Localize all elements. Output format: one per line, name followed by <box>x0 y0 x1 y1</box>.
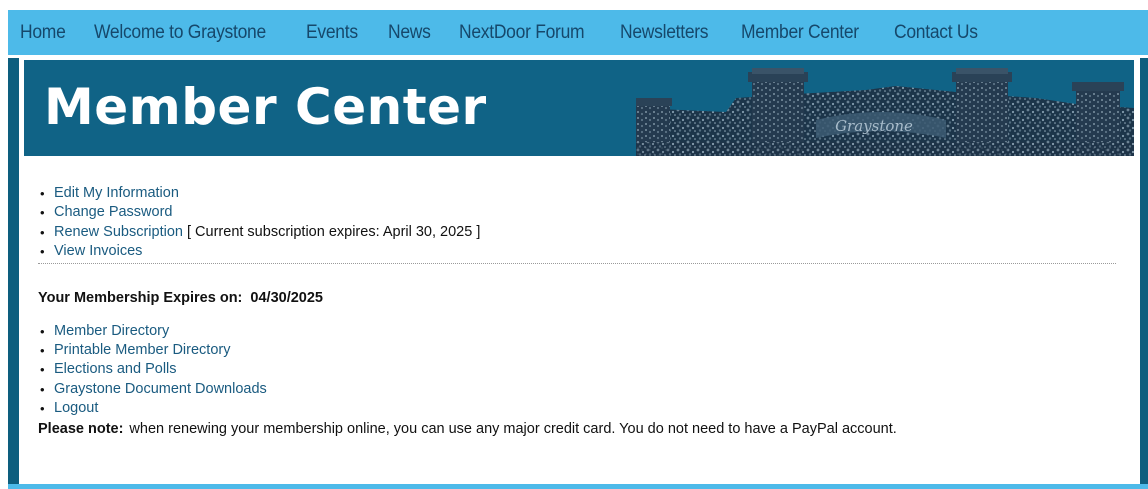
list-item: View Invoices <box>38 242 1118 262</box>
list-item: Elections and Polls <box>38 360 1118 380</box>
nav-events[interactable]: Events <box>306 22 358 44</box>
member-center-content: Edit My Information Change Password Rene… <box>38 184 1118 439</box>
logout-link[interactable]: Logout <box>54 400 98 416</box>
page-title: Member Center <box>44 78 487 136</box>
list-item: Change Password <box>38 203 1118 223</box>
change-password-link[interactable]: Change Password <box>54 204 173 220</box>
nav-nextdoor-forum[interactable]: NextDoor Forum <box>459 22 585 44</box>
member-links-list: Member Directory Printable Member Direct… <box>38 322 1118 419</box>
dotted-divider <box>38 262 1116 264</box>
nav-welcome[interactable]: Welcome to Graystone <box>94 22 266 44</box>
payment-note-label: Please note: <box>38 420 124 437</box>
list-item: Member Directory <box>38 322 1118 342</box>
nav-home[interactable]: Home <box>20 22 66 44</box>
renew-subscription-link[interactable]: Renew Subscription <box>54 224 183 240</box>
subscription-expiry-text: [ Current subscription expires: April 30… <box>187 223 481 240</box>
membership-expiry-label: Your Membership Expires on: <box>38 289 243 306</box>
top-navigation: Home Welcome to Graystone Events News Ne… <box>8 10 1148 55</box>
list-item: Printable Member Directory <box>38 341 1118 361</box>
account-links-list: Edit My Information Change Password Rene… <box>38 184 1118 262</box>
bottom-bar <box>8 484 1148 489</box>
list-item: Graystone Document Downloads <box>38 380 1118 400</box>
list-item: Edit My Information <box>38 184 1118 204</box>
elections-and-polls-link[interactable]: Elections and Polls <box>54 361 177 377</box>
printable-member-directory-link[interactable]: Printable Member Directory <box>54 342 230 358</box>
payment-note: Please note: when renewing your membershi… <box>38 419 1118 439</box>
page-banner: Member Center Graystone <box>24 60 1134 156</box>
membership-expiry-date: 04/30/2025 <box>250 289 323 306</box>
list-item: Renew Subscription [ Current subscriptio… <box>38 223 1118 243</box>
nav-newsletters[interactable]: Newsletters <box>620 22 709 44</box>
stone-sign-text: Graystone <box>835 117 913 135</box>
payment-note-text: when renewing your membership online, yo… <box>129 420 897 437</box>
edit-my-information-link[interactable]: Edit My Information <box>54 185 179 201</box>
nav-member-center[interactable]: Member Center <box>741 22 859 44</box>
frame-right-edge <box>1140 58 1148 486</box>
membership-expiry: Your Membership Expires on: 04/30/2025 <box>38 288 1118 308</box>
stone-wall-image: Graystone <box>636 68 1134 156</box>
view-invoices-link[interactable]: View Invoices <box>54 243 142 259</box>
nav-contact-us[interactable]: Contact Us <box>894 22 978 44</box>
nav-news[interactable]: News <box>388 22 431 44</box>
list-item: Logout <box>38 399 1118 419</box>
member-directory-link[interactable]: Member Directory <box>54 323 169 339</box>
document-downloads-link[interactable]: Graystone Document Downloads <box>54 381 267 397</box>
